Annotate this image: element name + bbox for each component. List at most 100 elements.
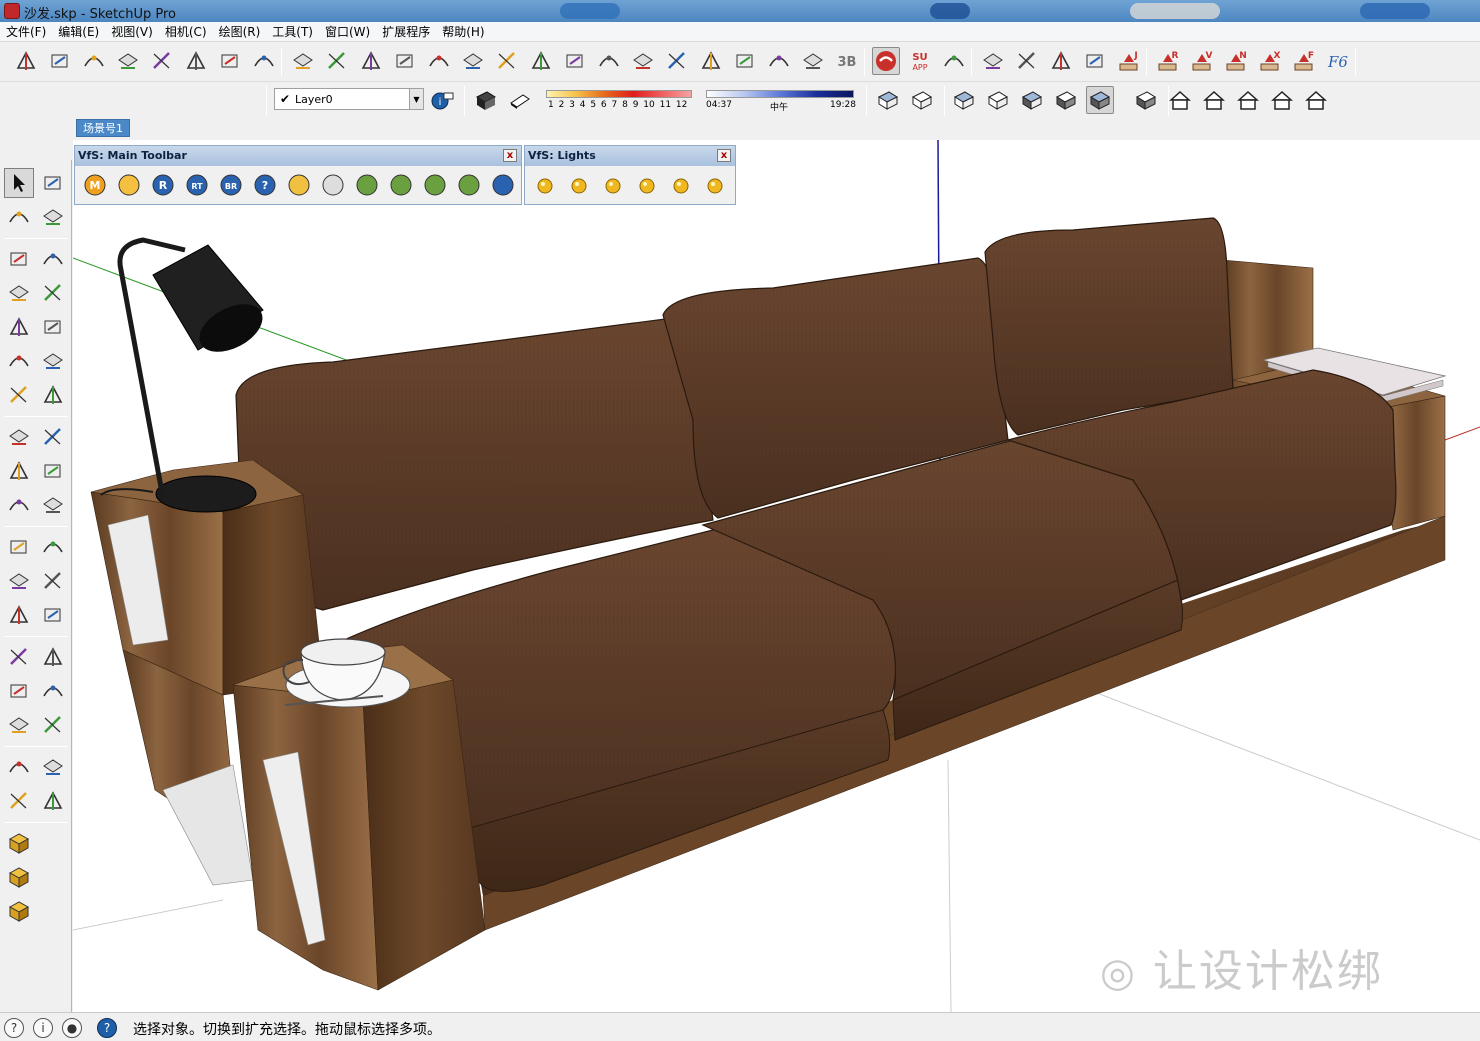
move-icon[interactable] <box>114 47 142 75</box>
position-camera-icon[interactable] <box>4 752 34 782</box>
menu-extensions[interactable]: 扩展程序 <box>376 22 436 42</box>
text-label-icon[interactable] <box>38 566 68 596</box>
scene-tab-1[interactable]: 场景号1 <box>76 119 130 137</box>
push-pull-icon[interactable] <box>38 422 68 452</box>
arrow-j-icon[interactable]: J <box>1115 47 1143 75</box>
magic-wand-icon[interactable] <box>799 47 827 75</box>
cube-icon[interactable] <box>663 47 691 75</box>
scale-icon[interactable] <box>182 47 210 75</box>
georeference-icon[interactable]: ? <box>4 1018 24 1038</box>
rectangle-icon[interactable] <box>4 278 34 308</box>
share-model-icon[interactable] <box>4 896 34 926</box>
plugin-c-icon[interactable] <box>1013 47 1041 75</box>
help-icon[interactable]: ? <box>97 1018 117 1038</box>
plugin-b-icon[interactable] <box>979 47 1007 75</box>
help-icon[interactable]: ? <box>251 171 279 199</box>
3d-text-icon[interactable] <box>38 600 68 630</box>
layer-dropdown[interactable]: ✔ Layer0 ▼ <box>274 88 424 110</box>
vfs-main-toolbar-header[interactable]: VfS: Main Toolbar x <box>75 146 521 166</box>
pencil-icon[interactable] <box>4 244 34 274</box>
spot-light-icon[interactable] <box>599 171 627 199</box>
credits-icon[interactable]: i <box>33 1018 53 1038</box>
face-icon[interactable] <box>595 47 623 75</box>
menu-tools[interactable]: 工具(T) <box>266 22 319 42</box>
sphere-icon[interactable] <box>319 171 347 199</box>
draw-line-icon[interactable] <box>250 47 278 75</box>
orbit-icon[interactable] <box>4 642 34 672</box>
offset-icon[interactable] <box>38 490 68 520</box>
offset-icon[interactable] <box>80 47 108 75</box>
window-icon[interactable] <box>629 47 657 75</box>
month-slider[interactable] <box>546 90 692 98</box>
render-options-icon[interactable] <box>115 171 143 199</box>
rotated-rectangle-icon[interactable] <box>38 278 68 308</box>
left-house-icon[interactable] <box>1302 86 1330 114</box>
dome-light-icon[interactable] <box>633 171 661 199</box>
user-account-icon[interactable]: ● <box>62 1018 82 1038</box>
look-around-icon[interactable] <box>38 752 68 782</box>
su-app-icon[interactable]: SU APP <box>906 47 934 75</box>
exposure-icon[interactable] <box>455 171 483 199</box>
three-point-arc-icon[interactable] <box>4 380 34 410</box>
batch-render-icon[interactable]: BR <box>217 171 245 199</box>
back-house-icon[interactable] <box>1268 86 1296 114</box>
rotate-icon[interactable] <box>148 47 176 75</box>
hidden-line-style-icon[interactable] <box>1018 86 1046 114</box>
menu-file[interactable]: 文件(F) <box>0 22 52 42</box>
warehouse-icon[interactable] <box>4 828 34 858</box>
select-arrow-icon[interactable] <box>4 168 34 198</box>
paint-icon[interactable] <box>561 47 589 75</box>
circle-icon[interactable] <box>4 312 34 342</box>
move-icon[interactable] <box>4 422 34 452</box>
arc-icon[interactable] <box>289 47 317 75</box>
fur-icon[interactable] <box>421 171 449 199</box>
select-push-icon[interactable] <box>12 47 40 75</box>
time-slider[interactable] <box>706 90 854 98</box>
menu-window[interactable]: 窗口(W) <box>319 22 376 42</box>
frame-buffer-icon[interactable] <box>285 171 313 199</box>
dimension-icon[interactable] <box>38 532 68 562</box>
freehand-icon[interactable] <box>38 244 68 274</box>
iso-house-icon[interactable] <box>1166 86 1194 114</box>
menu-view[interactable]: 视图(V) <box>105 22 159 42</box>
previous-view-icon[interactable] <box>38 710 68 740</box>
pause-icon[interactable] <box>489 171 517 199</box>
polygon-icon[interactable] <box>38 312 68 342</box>
stairs-icon[interactable] <box>697 47 725 75</box>
plugin-d-icon[interactable] <box>1047 47 1075 75</box>
plugin-e-icon[interactable] <box>1081 47 1109 75</box>
tape-icon[interactable] <box>216 47 244 75</box>
render-icon[interactable]: R <box>149 171 177 199</box>
chevron-down-icon[interactable]: ▼ <box>409 89 423 109</box>
two-point-arc-icon[interactable] <box>38 346 68 376</box>
shaded-style-icon[interactable] <box>1052 86 1080 114</box>
axes-icon[interactable] <box>765 47 793 75</box>
axes-icon[interactable] <box>4 600 34 630</box>
proxy-icon[interactable] <box>387 171 415 199</box>
pan-icon[interactable] <box>38 642 68 672</box>
model-scene[interactable] <box>73 140 1480 1012</box>
rotate-icon[interactable] <box>4 456 34 486</box>
make-component-icon[interactable] <box>38 168 68 198</box>
vfs-lights-header[interactable]: VfS: Lights x <box>525 146 735 166</box>
zoom-window-icon[interactable] <box>38 676 68 706</box>
check-icon[interactable] <box>323 47 351 75</box>
f6-icon[interactable]: F6 <box>1324 47 1352 75</box>
model-viewport[interactable] <box>73 140 1480 1012</box>
section-plane-icon[interactable] <box>38 786 68 816</box>
render-rt-icon[interactable]: RT <box>183 171 211 199</box>
arrow-f-icon[interactable]: F <box>1290 47 1318 75</box>
rect-light-icon[interactable] <box>565 171 593 199</box>
extension-warehouse-icon[interactable] <box>4 862 34 892</box>
menu-edit[interactable]: 编辑(E) <box>52 22 105 42</box>
sphere-light-icon[interactable] <box>667 171 695 199</box>
home-icon[interactable] <box>1234 86 1262 114</box>
component-icon[interactable] <box>425 47 453 75</box>
arrow-x-icon[interactable]: X <box>1256 47 1284 75</box>
joint-push-icon[interactable] <box>459 47 487 75</box>
eraser-icon[interactable] <box>38 202 68 232</box>
arc-icon[interactable] <box>4 346 34 376</box>
eraser-icon[interactable] <box>391 47 419 75</box>
walk-icon[interactable] <box>4 786 34 816</box>
menu-help[interactable]: 帮助(H) <box>436 22 490 42</box>
